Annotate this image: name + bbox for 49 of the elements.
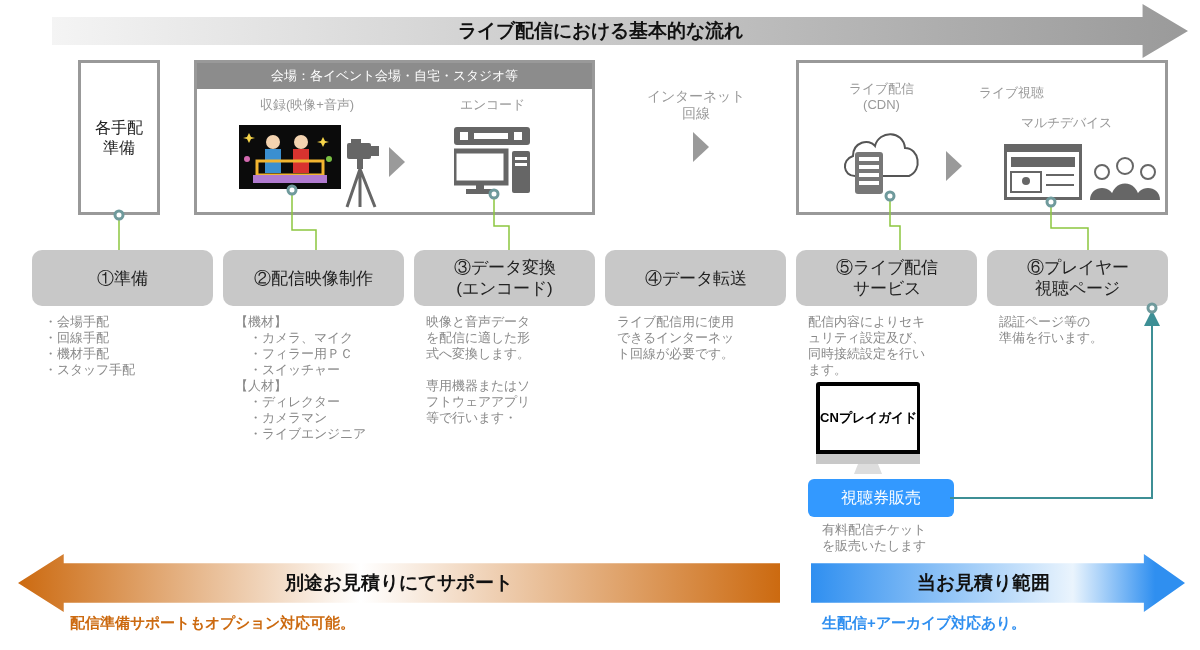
list-item: ・カメラ、マイク xyxy=(248,330,353,346)
cdn-label: ライブ配信 (CDN) xyxy=(849,81,914,113)
note-text: 映像と音声データ を配信に適した形 式へ変換します。 xyxy=(426,314,530,362)
list-item: ・スタッフ手配 xyxy=(44,362,136,378)
monitor-stand-icon xyxy=(816,454,920,474)
list-item: ・ライブエンジニア xyxy=(248,426,366,442)
watch-label: ライブ視聴 xyxy=(979,84,1044,102)
computer-icon xyxy=(454,126,530,195)
device-label: マルチデバイス xyxy=(1021,113,1112,132)
recording-label: 収録(映像+音声) xyxy=(259,96,355,114)
group-heading: 【人材】 xyxy=(235,378,287,394)
triangle-icon xyxy=(389,146,405,177)
connector-line xyxy=(113,209,125,251)
logo-text: CNプレイガイド xyxy=(820,410,917,426)
step-label: ⑤ライブ配信 サービス xyxy=(796,250,977,306)
venue-header: 会場：各イベント会場・自宅・スタジオ等 xyxy=(197,63,592,89)
scope-note: 生配信+アーカイブ対応あり。 xyxy=(822,613,1026,633)
step-label: ⑥プレイヤー 視聴ページ xyxy=(987,250,1168,306)
list-item: ・カメラマン xyxy=(248,410,327,426)
list-item: ・フィラー用ＰＣ xyxy=(248,346,353,362)
people-icon xyxy=(1090,156,1160,200)
list-item: ・会場手配 xyxy=(44,314,110,330)
note-text: 認証ページ等の 準備を行います。 xyxy=(999,314,1103,346)
note-text: 有料配信チケット を販売いたします xyxy=(821,522,926,554)
preparation-panel: 各手配 準備 xyxy=(78,60,160,215)
scope-note: 配信準備サポートもオプション対応可能。 xyxy=(70,613,355,633)
flow-banner: ライブ配信における基本的な流れ xyxy=(52,4,1188,58)
connector-line xyxy=(286,184,317,251)
step-label: ①準備 xyxy=(32,250,213,306)
note-text: ライブ配信用に使用 できるインターネッ ト回線が必要です。 xyxy=(617,314,734,362)
connector-line xyxy=(1045,196,1089,251)
step-label: ②配信映像制作 xyxy=(223,250,404,306)
group-heading: 【機材】 xyxy=(235,314,287,330)
triangle-icon xyxy=(946,151,962,181)
connector-line xyxy=(884,190,901,251)
list-item: ・回線手配 xyxy=(44,330,110,346)
browser-window-icon xyxy=(1004,144,1082,200)
note-text: 配信内容によりセキ ュリティ設定及び、 同時接続設定を行い ます。 xyxy=(808,314,925,378)
step-label: ③データ変換 (エンコード) xyxy=(414,250,595,306)
triangle-icon xyxy=(692,132,709,162)
ticket-sale-button[interactable]: 視聴券販売 xyxy=(808,479,954,517)
note-text: 専用機器またはソ フトウェアアプリ 等で行います・ xyxy=(426,378,530,426)
list-item: ・ディレクター xyxy=(248,394,340,410)
connector-line xyxy=(488,188,510,251)
list-item: ・スイッチャー xyxy=(248,362,340,378)
network-label: インターネット 回線 xyxy=(646,88,745,122)
step-label: ④データ転送 xyxy=(605,250,786,306)
list-item: ・機材手配 xyxy=(44,346,110,362)
encode-label: エンコード xyxy=(459,96,525,114)
